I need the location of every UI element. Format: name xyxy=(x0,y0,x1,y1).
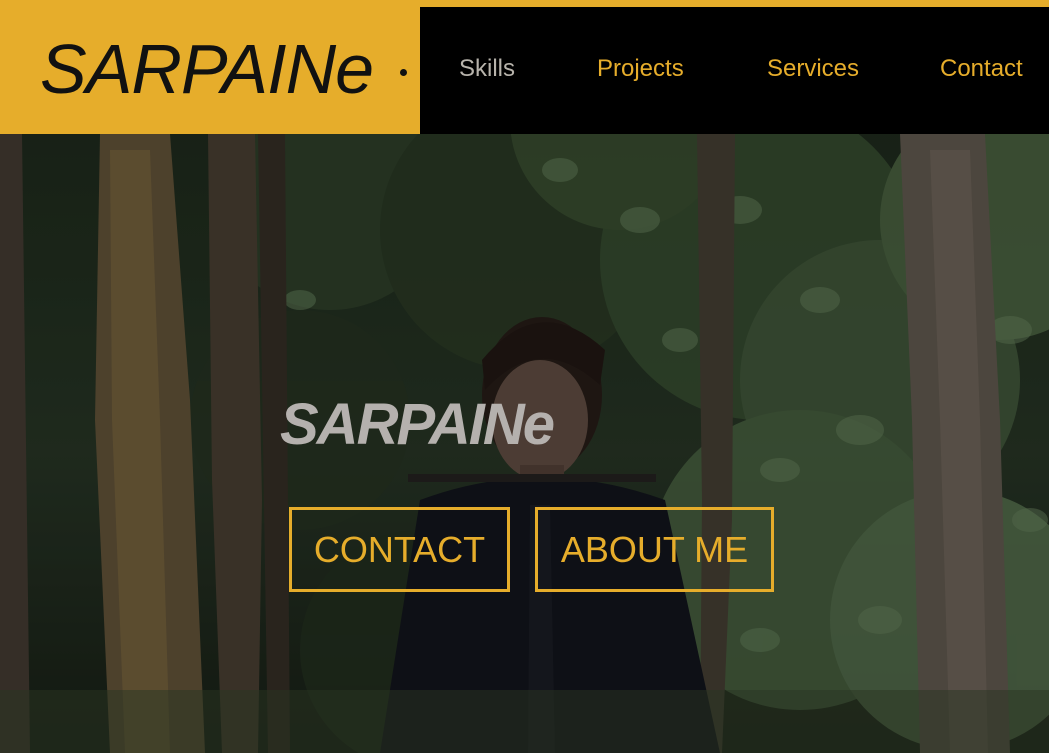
hero-title-underline xyxy=(408,474,656,482)
nav-contact-link[interactable]: Contact xyxy=(940,55,1023,83)
nav-services-link[interactable]: Services xyxy=(767,55,859,83)
nav-skills-link[interactable]: Skills xyxy=(459,55,515,83)
about-me-button[interactable]: ABOUT ME xyxy=(535,507,774,592)
main-nav: Skills Projects Services Contact xyxy=(420,7,1049,134)
brand-logo[interactable]: SARPAINe xyxy=(0,0,420,134)
brand-dot xyxy=(400,69,407,76)
hero-title: SARPAINe xyxy=(280,392,555,457)
contact-button[interactable]: CONTACT xyxy=(289,507,510,592)
brand-title: SARPAINe xyxy=(40,30,374,108)
nav-projects-link[interactable]: Projects xyxy=(597,55,684,83)
